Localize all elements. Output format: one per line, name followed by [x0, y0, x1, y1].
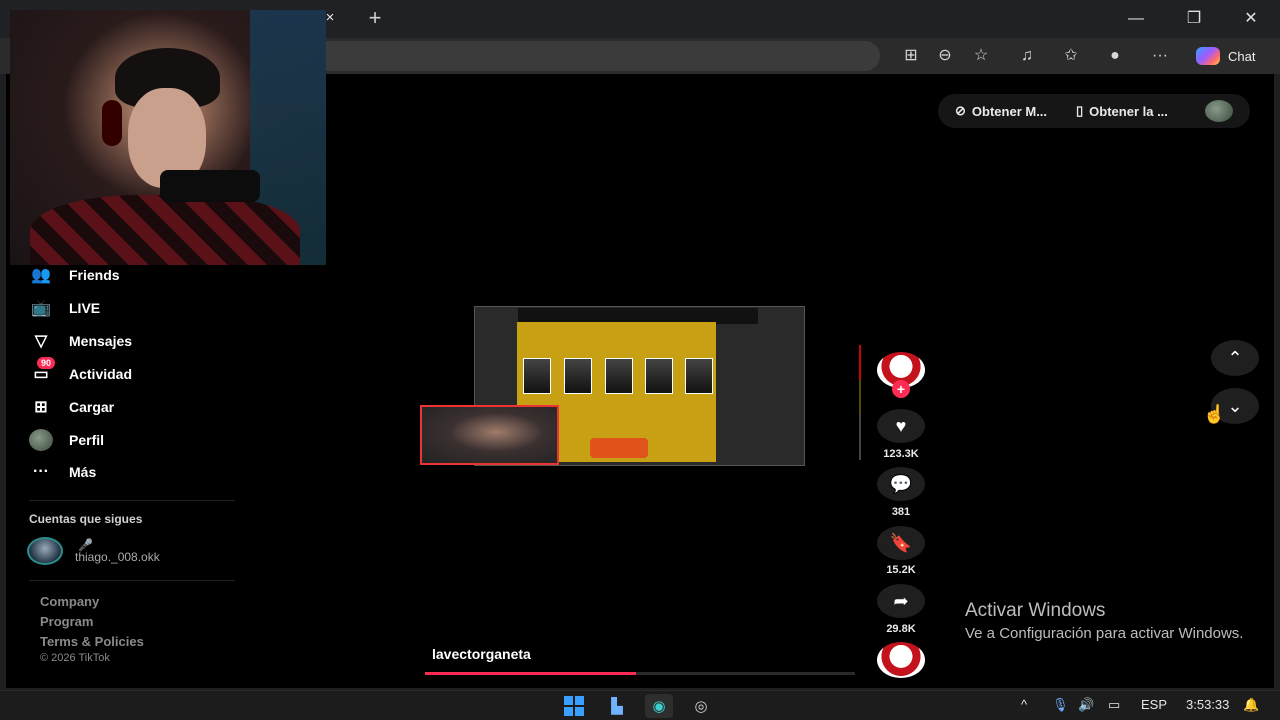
volume-icon[interactable]: 🔊	[1078, 697, 1094, 713]
sidebar-item-label: Mensajes	[69, 333, 133, 349]
zoom-out-icon[interactable]: ⊖	[932, 44, 958, 68]
footer-link-terms[interactable]: Terms & Policies	[40, 634, 144, 649]
get-mobile-app-label: Obtener la ...	[1089, 103, 1168, 119]
share-arrow-icon: ➦	[893, 591, 909, 611]
minimize-button[interactable]: —	[1116, 6, 1156, 32]
edge-taskbar-icon[interactable]: ◉	[645, 694, 673, 718]
phone-icon: ▯	[1076, 103, 1084, 118]
chevron-down-icon: ⌄	[1227, 396, 1243, 416]
following-avatar[interactable]	[27, 537, 63, 565]
tray-chevron-icon[interactable]: ^	[1021, 697, 1027, 712]
app-available-icon[interactable]: ⊞	[898, 44, 924, 68]
sidebar-item-label: Cargar	[69, 399, 115, 415]
favorite-star-icon[interactable]: ☆	[968, 44, 994, 68]
sidebar-item-actividad[interactable]: ▭ 90 Actividad	[29, 357, 133, 386]
inbox-icon: ▭ 90	[29, 357, 56, 384]
notifications-bell-icon[interactable]: 🔔	[1243, 697, 1259, 713]
user-avatar[interactable]	[1205, 100, 1233, 122]
chat-label: Chat	[1228, 48, 1256, 64]
save-button[interactable]: 🔖	[877, 526, 925, 560]
footer-link-company[interactable]: Company	[40, 594, 99, 609]
new-tab-button[interactable]: +	[362, 6, 388, 32]
heart-icon: ♥	[895, 416, 907, 436]
sidebar-item-label: Friends	[69, 267, 120, 283]
get-app-button[interactable]: ⊘ Obtener M...	[955, 103, 1047, 119]
activate-windows-description: Ve a Configuración para activar Windows.	[965, 625, 1244, 642]
comment-count: 381	[891, 506, 911, 518]
comment-icon: 💬	[889, 474, 913, 494]
webcam-shirt	[30, 195, 300, 265]
webcam-headset	[102, 100, 122, 146]
sidebar-item-label: Actividad	[69, 366, 133, 382]
sidebar-item-label: LIVE	[69, 300, 101, 316]
music-disc-icon[interactable]	[877, 642, 925, 678]
friends-icon: 👥	[31, 267, 51, 284]
video-poster	[685, 358, 713, 394]
copyright-text: © 2026 TikTok	[40, 652, 110, 664]
sidebar-divider	[29, 580, 235, 581]
hand-cursor-icon: ☝	[1203, 404, 1226, 424]
follow-plus-button[interactable]: +	[892, 380, 910, 398]
notification-badge: 90	[37, 357, 56, 369]
previous-video-button[interactable]: ⌃	[1211, 340, 1259, 376]
profile-avatar	[29, 429, 53, 451]
following-handle[interactable]: thiago._008.okk	[75, 550, 160, 564]
chevron-up-icon: ⌃	[1227, 348, 1243, 368]
video-webcam-inset	[420, 405, 559, 465]
upload-plus-icon: ⊞	[34, 399, 48, 416]
video-author-username[interactable]: lavectorganeta	[432, 646, 531, 662]
live-tv-icon: 📺	[31, 300, 51, 317]
sidebar-item-mensajes[interactable]: ▽ Mensajes	[29, 329, 132, 353]
windows-logo-icon	[564, 696, 584, 716]
video-play-button-graphic	[590, 438, 648, 458]
like-count: 123.3K	[883, 448, 919, 460]
start-button[interactable]	[560, 694, 588, 718]
address-bar[interactable]	[300, 41, 880, 71]
webcam-overlay	[10, 10, 326, 265]
network-icon[interactable]: ▭	[1108, 697, 1120, 713]
activate-windows-title: Activar Windows	[965, 600, 1106, 621]
sidebar-item-perfil[interactable]: Perfil	[29, 428, 104, 452]
sidebar-item-label: Perfil	[69, 432, 105, 448]
clock[interactable]: 3:53:33	[1186, 697, 1229, 712]
paper-plane-icon: ▽	[34, 333, 48, 350]
bookmark-icon: 🔖	[889, 533, 913, 553]
video-poster	[564, 358, 592, 394]
share-button[interactable]: ➦	[877, 584, 925, 618]
close-window-button[interactable]: ✕	[1231, 6, 1271, 32]
webcam-microphone	[160, 170, 260, 202]
sidebar-divider	[29, 500, 235, 501]
footer-link-program[interactable]: Program	[40, 614, 93, 629]
more-dots-icon: ···	[33, 463, 49, 480]
get-app-label: Obtener M...	[971, 103, 1048, 119]
video-poster	[645, 358, 673, 394]
sidebar-item-mas[interactable]: ··· Más	[29, 460, 96, 484]
favorites-icon[interactable]: ✩	[1058, 44, 1084, 68]
copilot-chat-button[interactable]: Chat	[1188, 43, 1270, 69]
sidebar-item-friends[interactable]: 👥 Friends	[29, 263, 120, 287]
maximize-button[interactable]: ❐	[1174, 6, 1214, 32]
sidebar-item-label: Más	[69, 464, 97, 480]
language-indicator[interactable]: ESP	[1141, 697, 1167, 712]
file-explorer-taskbar-icon[interactable]: ▙	[603, 694, 631, 718]
get-mobile-app-button[interactable]: ▯ Obtener la ...	[1076, 103, 1168, 119]
profile-icon[interactable]: ●	[1102, 44, 1128, 68]
comment-button[interactable]: 💬	[877, 467, 925, 501]
sidebar-item-cargar[interactable]: ⊞ Cargar	[29, 395, 114, 419]
following-heading: Cuentas que sigues	[29, 512, 143, 526]
sidebar-item-live[interactable]: 📺 LIVE	[29, 296, 100, 320]
more-menu-icon[interactable]: ···	[1147, 44, 1173, 68]
copilot-logo-icon	[1196, 47, 1220, 65]
share-count: 29.8K	[886, 623, 916, 635]
app-taskbar-icon[interactable]: ◎	[687, 694, 715, 718]
microphone-icon[interactable]: 🎙	[1052, 697, 1069, 713]
save-count: 15.2K	[886, 564, 916, 576]
desktop-app-icon: ⊘	[955, 103, 966, 118]
video-poster	[605, 358, 633, 394]
media-control-icon[interactable]: ♫	[1014, 44, 1040, 68]
video-side-strip	[859, 345, 861, 460]
video-poster	[523, 358, 551, 394]
like-button[interactable]: ♥	[877, 409, 925, 443]
video-progress-fill	[425, 672, 636, 675]
